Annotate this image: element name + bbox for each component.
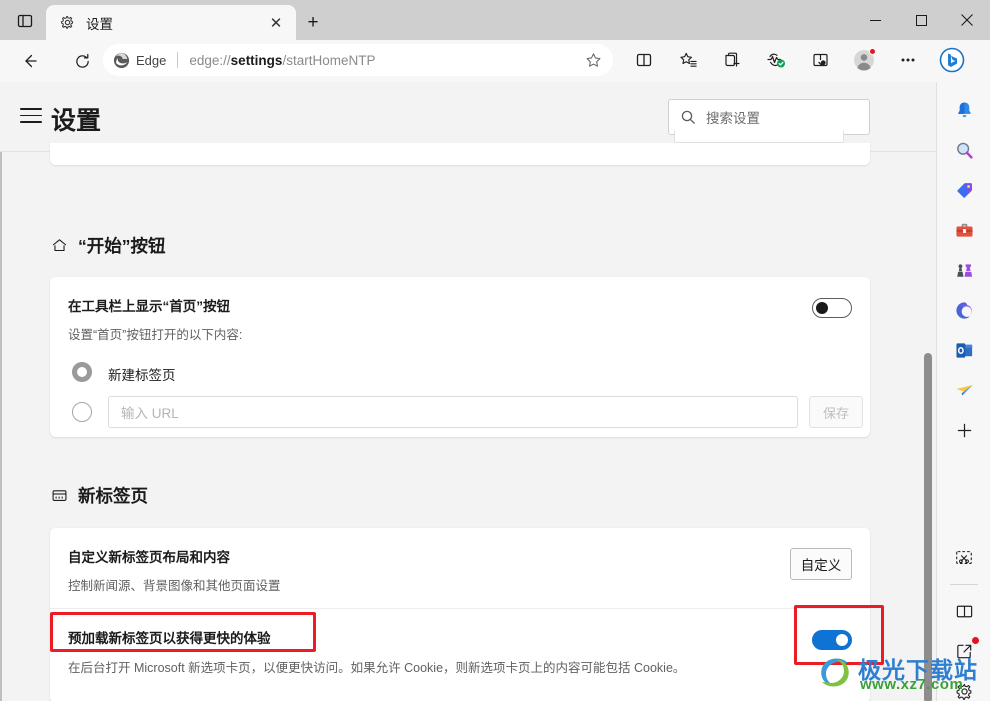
notifications-bell-icon[interactable]	[937, 90, 990, 130]
edge-sidebar	[936, 82, 990, 701]
url-text: edge://settings/startHomeNTP	[189, 52, 376, 68]
paper-plane-icon[interactable]	[937, 370, 990, 410]
sidebar-notification-dot	[972, 637, 979, 644]
customize-button[interactable]: 自定义	[790, 548, 852, 580]
card-start-button: 在工具栏上显示“首页”按钮 设置“首页”按钮打开的以下内容: 新建标签页 输入 …	[50, 277, 870, 437]
hamburger-menu-icon[interactable]	[20, 108, 42, 124]
home-icon	[50, 237, 68, 255]
card-new-tab: 自定义新标签页布局和内容 控制新闻源、背景图像和其他页面设置 自定义 预加载新标…	[50, 528, 870, 701]
radio-new-tab-page[interactable]	[72, 362, 92, 382]
split-screen-sidebar-icon[interactable]	[937, 591, 990, 631]
microsoft-365-icon[interactable]	[937, 290, 990, 330]
partial-card-above	[50, 131, 870, 165]
row-title: 预加载新标签页以获得更快的体验	[68, 631, 271, 646]
search-placeholder: 搜索设置	[706, 111, 760, 126]
games-chess-icon[interactable]	[937, 250, 990, 290]
radio-new-tab-page-label: 新建标签页	[108, 368, 176, 383]
profile-notification-dot	[869, 48, 876, 55]
close-icon[interactable]: ✕	[266, 13, 286, 33]
tab-list-icon[interactable]	[12, 8, 38, 34]
favorites-icon[interactable]	[672, 44, 704, 76]
add-sidebar-app-icon[interactable]	[937, 410, 990, 450]
page-title: 设置	[51, 107, 102, 135]
open-external-icon[interactable]	[937, 631, 990, 671]
row-subtitle: 控制新闻源、背景图像和其他页面设置	[68, 579, 281, 593]
sidebar-divider	[949, 584, 978, 585]
section-header-start-button: “开始”按钮	[50, 233, 166, 258]
downloads-icon[interactable]	[804, 44, 836, 76]
minimize-button[interactable]	[852, 0, 898, 40]
copilot-bing-icon[interactable]	[936, 44, 968, 76]
search-input[interactable]: 搜索设置	[668, 99, 870, 135]
radio-custom-url[interactable]	[72, 402, 92, 422]
sidebar-settings-gear-icon[interactable]	[937, 671, 990, 701]
screenshot-snip-icon[interactable]	[937, 538, 990, 578]
browser-essentials-icon[interactable]	[760, 44, 792, 76]
shopping-tag-icon[interactable]	[937, 170, 990, 210]
scrollbar-thumb[interactable]	[924, 353, 932, 701]
title-bar: 设置 ✕ +	[0, 0, 990, 40]
settings-content: “开始”按钮 在工具栏上显示“首页”按钮 设置“首页”按钮打开的以下内容: 新建…	[0, 131, 936, 701]
save-button[interactable]: 保存	[809, 396, 863, 428]
row-title: 在工具栏上显示“首页”按钮	[68, 299, 230, 314]
new-tab-page-icon	[50, 487, 68, 505]
edge-logo-icon: Edge	[113, 52, 166, 69]
toggle-knob	[816, 302, 828, 314]
settings-page: 设置 搜索设置 “开始”按钮 在工具栏上显示“首页”按钮 设置“首页”按钮打开的…	[0, 82, 936, 701]
new-tab-button[interactable]: +	[300, 10, 326, 36]
row-title: 自定义新标签页布局和内容	[68, 550, 230, 565]
section-header-new-tab: 新标签页	[50, 483, 148, 508]
maximize-button[interactable]	[898, 0, 944, 40]
search-icon	[680, 109, 696, 125]
toolbar-icon-group	[628, 44, 980, 76]
outlook-icon[interactable]	[937, 330, 990, 370]
row-subtitle: 在后台打开 Microsoft 新选项卡页，以便更快访问。如果允许 Cookie…	[68, 661, 686, 675]
search-sidebar-icon[interactable]	[937, 130, 990, 170]
split-screen-icon[interactable]	[628, 44, 660, 76]
page-scrollbar[interactable]	[920, 153, 936, 701]
row-subtitle: 设置“首页”按钮打开的以下内容:	[68, 328, 243, 342]
tab-title: 设置	[86, 16, 113, 32]
more-options-icon[interactable]	[892, 44, 924, 76]
close-button[interactable]	[944, 0, 990, 40]
toggle-preload-new-tab[interactable]	[812, 630, 852, 650]
omnibox-divider	[177, 52, 179, 68]
home-url-input[interactable]: 输入 URL	[108, 396, 798, 428]
card-divider	[50, 608, 870, 609]
window-controls	[852, 0, 990, 40]
toggle-show-home-button[interactable]	[812, 298, 852, 318]
tools-toolbox-icon[interactable]	[937, 210, 990, 250]
profile-avatar-icon[interactable]	[848, 44, 880, 76]
home-url-placeholder: 输入 URL	[121, 406, 179, 421]
tab-settings[interactable]: 设置 ✕	[46, 5, 296, 40]
collections-icon[interactable]	[716, 44, 748, 76]
star-outline-icon[interactable]	[581, 48, 605, 72]
toggle-knob	[836, 634, 848, 646]
address-bar[interactable]: Edge edge://settings/startHomeNTP	[103, 44, 613, 76]
partial-control-above	[674, 131, 844, 143]
edge-brand-label: Edge	[136, 52, 167, 68]
section-title: 新标签页	[78, 486, 148, 506]
refresh-icon[interactable]	[66, 45, 98, 77]
browser-window: 设置 ✕ + Edge edge://settings/startHomeNTP…	[0, 0, 990, 701]
gear-icon	[58, 14, 76, 32]
back-arrow-icon[interactable]	[14, 45, 46, 77]
section-title: “开始”按钮	[78, 236, 166, 256]
